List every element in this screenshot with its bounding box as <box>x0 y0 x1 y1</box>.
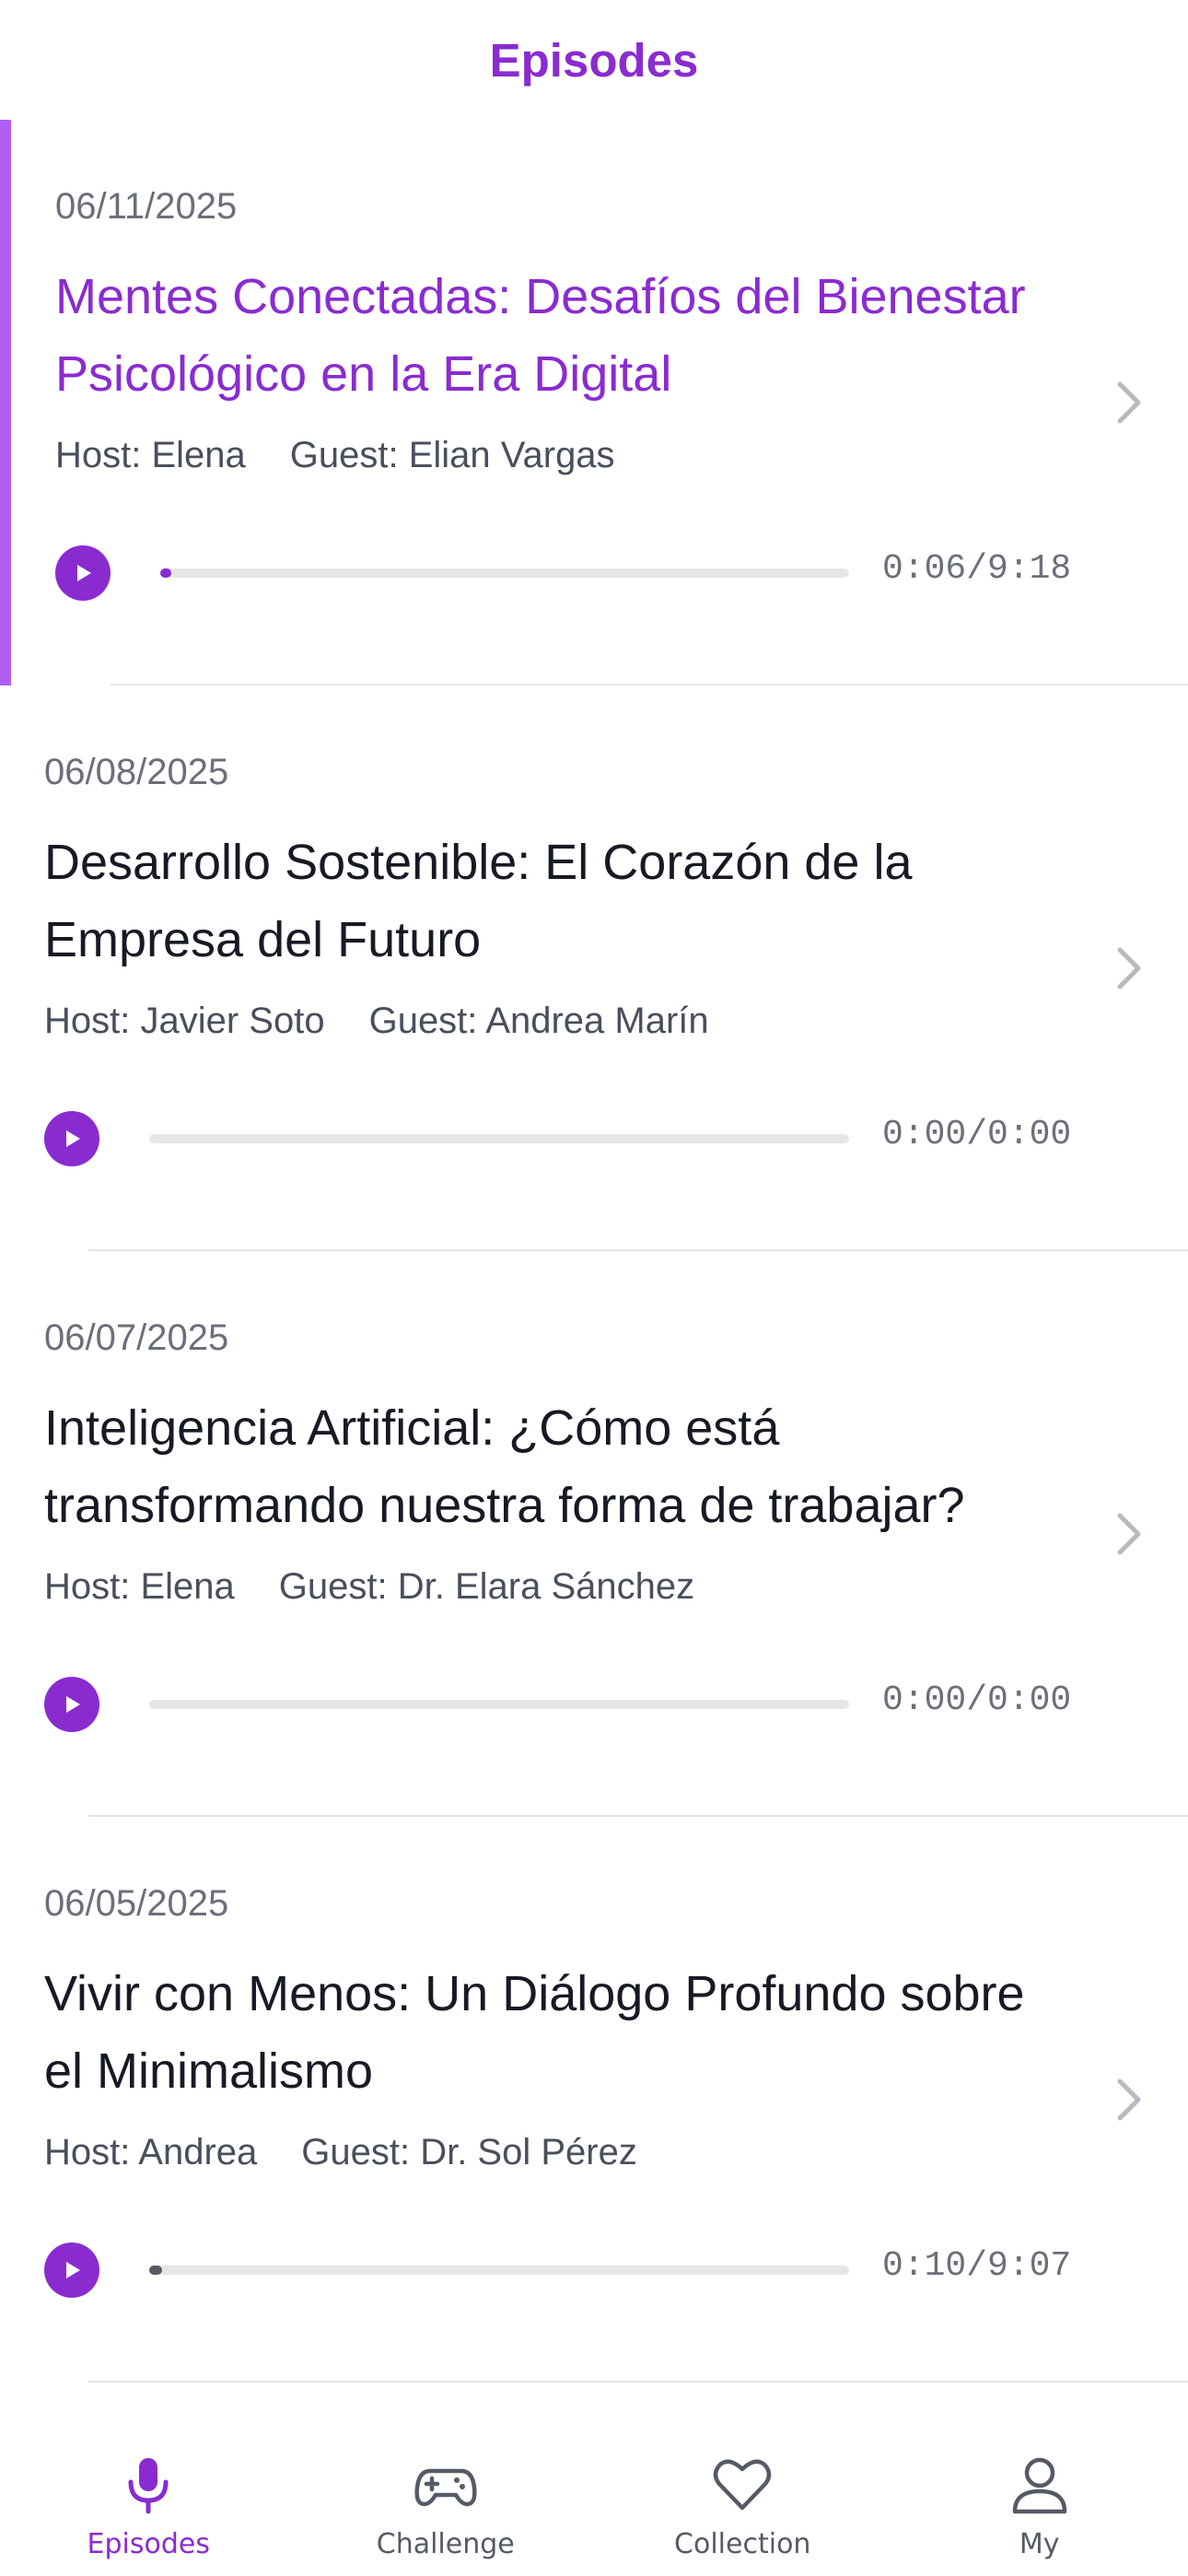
play-button[interactable] <box>44 1111 99 1166</box>
chevron-right-icon[interactable] <box>1111 1506 1147 1562</box>
tab-label: Collection <box>674 2528 811 2560</box>
tab-challenge[interactable]: Challenge <box>297 2405 595 2576</box>
play-icon <box>66 1696 80 1713</box>
play-button[interactable] <box>44 1677 99 1732</box>
play-button[interactable] <box>44 2242 99 2298</box>
episode-host: Host: Elena <box>44 1566 235 1607</box>
episode-people: Host: Andrea Guest: Dr. Sol Pérez <box>44 2132 637 2173</box>
episode-date: 06/05/2025 <box>44 1883 229 1924</box>
episode-people: Host: Javier Soto Guest: Andrea Marín <box>44 1001 709 1042</box>
episode-title[interactable]: Vivir con Menos: Un Diálogo Profundo sob… <box>44 1955 1039 2110</box>
chevron-right-icon[interactable] <box>1111 941 1147 996</box>
progress-fill <box>149 2266 162 2275</box>
progress-bar[interactable] <box>149 1700 849 1709</box>
tab-label: My <box>1019 2528 1060 2560</box>
episode-date: 06/11/2025 <box>55 186 238 227</box>
episode-date: 06/08/2025 <box>44 752 229 792</box>
play-button[interactable] <box>55 545 111 601</box>
playback-time: 0:06/9:18 <box>882 549 1072 589</box>
episode-host: Host: Elena <box>55 435 246 475</box>
episode-guest: Guest: Dr. Sol Pérez <box>301 2132 637 2172</box>
progress-bar[interactable] <box>149 2266 849 2275</box>
episode-card[interactable]: 06/11/2025 Mentes Conectadas: Desafíos d… <box>0 120 1188 685</box>
episode-title[interactable]: Inteligencia Artificial: ¿Cómo está tran… <box>44 1389 1039 1544</box>
episode-card[interactable]: 06/05/2025 Vivir con Menos: Un Diálogo P… <box>0 1817 1188 2383</box>
audio-player: 0:06/9:18 <box>55 545 1188 601</box>
tab-episodes[interactable]: Episodes <box>0 2405 297 2576</box>
episode-card[interactable]: 06/07/2025 Inteligencia Artificial: ¿Cóm… <box>0 1251 1188 1817</box>
gamepad-icon <box>414 2468 477 2507</box>
playback-time: 0:10/9:07 <box>882 2246 1072 2286</box>
episode-title[interactable]: Desarrollo Sostenible: El Corazón de la … <box>44 824 1039 978</box>
page-title: Episodes <box>489 33 699 87</box>
playback-time: 0:00/0:00 <box>882 1680 1072 1720</box>
audio-player: 0:00/0:00 <box>44 1677 1188 1732</box>
bottom-tab-bar: Episodes Challenge Collection My <box>0 2405 1188 2576</box>
tab-my[interactable]: My <box>891 2405 1188 2576</box>
divider <box>88 2381 1188 2383</box>
app-header: Episodes <box>0 0 1188 120</box>
episode-people: Host: Elena Guest: Dr. Elara Sánchez <box>44 1566 694 1608</box>
episode-guest: Guest: Elian Vargas <box>289 435 615 475</box>
episode-host: Host: Javier Soto <box>44 1001 325 1041</box>
episode-title[interactable]: Mentes Conectadas: Desafíos del Bienesta… <box>55 258 1050 413</box>
episode-guest: Guest: Dr. Elara Sánchez <box>278 1566 695 1607</box>
episode-guest: Guest: Andrea Marín <box>368 1001 709 1041</box>
active-indicator <box>0 120 11 685</box>
episode-card[interactable]: 06/08/2025 Desarrollo Sostenible: El Cor… <box>0 685 1188 1251</box>
tab-label: Challenge <box>376 2528 515 2560</box>
episode-date: 06/07/2025 <box>44 1317 229 1358</box>
user-icon <box>1012 2457 1066 2514</box>
app-screen: Episodes 06/11/2025 Mentes Conectadas: D… <box>0 0 1188 2576</box>
audio-player: 0:10/9:07 <box>44 2242 1188 2298</box>
progress-bar[interactable] <box>160 568 849 578</box>
chevron-right-icon[interactable] <box>1111 2072 1147 2127</box>
play-icon <box>66 2262 80 2278</box>
tab-collection[interactable]: Collection <box>594 2405 891 2576</box>
episode-list: 06/11/2025 Mentes Conectadas: Desafíos d… <box>0 120 1188 2383</box>
episode-people: Host: Elena Guest: Elian Vargas <box>55 435 615 476</box>
tab-label: Episodes <box>87 2528 210 2560</box>
microphone-icon <box>128 2458 169 2514</box>
progress-bar[interactable] <box>149 1134 849 1143</box>
audio-player: 0:00/0:00 <box>44 1111 1188 1166</box>
chevron-right-icon[interactable] <box>1111 375 1147 430</box>
episode-host: Host: Andrea <box>44 2132 258 2172</box>
play-icon <box>66 1130 80 1147</box>
heart-icon <box>714 2459 772 2511</box>
playback-time: 0:00/0:00 <box>882 1115 1072 1154</box>
play-icon <box>77 565 91 581</box>
progress-fill <box>160 568 171 578</box>
